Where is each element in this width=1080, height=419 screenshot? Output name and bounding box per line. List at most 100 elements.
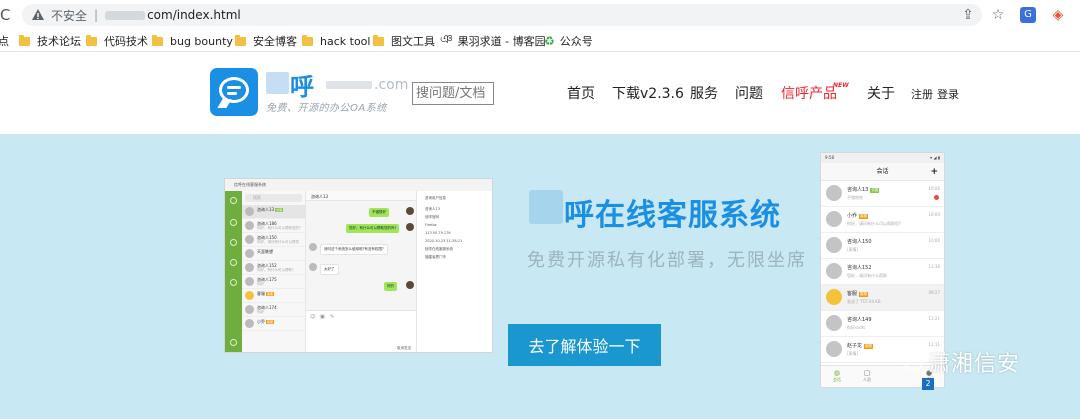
conversation-name-text: 咨询人150 — [847, 239, 872, 245]
conversation-row: 咨询人150 [表情] 10:00 — [821, 233, 944, 259]
contact-preview: 你好，请问有什么可以帮您 — [257, 240, 299, 244]
nav-home[interactable]: 首页 — [567, 83, 595, 103]
reload-icon[interactable]: C — [0, 6, 12, 24]
contact-name-text: 咨询人13 — [257, 207, 275, 212]
bookmark-4[interactable]: 安全博客 — [235, 30, 297, 52]
conversation-name: 客服 客服 — [847, 290, 869, 297]
bookmark-label: 果羽求道 - 博客园 — [457, 35, 546, 48]
hero-subtitle: 免费开源私有化部署，无限坐席 — [527, 250, 807, 271]
attach-icon: ✎ — [330, 314, 335, 320]
hero-banner: 信呼在线客服系统 搜索 咨询人13 访客 咨询人186 你好，有什么可以帮助您的? 咨询… — [0, 134, 1080, 419]
conversation-preview: [表情] — [847, 247, 859, 252]
omnibox[interactable]: 不安全 | com/index.html — [22, 4, 982, 26]
contact-row: 天涯眺望 — [242, 247, 305, 261]
tab-label: 人员 — [863, 377, 871, 382]
conversation-name-text: 客服 — [847, 291, 858, 297]
conversation-preview: 你好ssdfs — [847, 325, 866, 330]
nav-products[interactable]: 信呼产品 — [781, 83, 837, 103]
conversation-time: 11:21 — [928, 316, 940, 321]
url-separator: | — [94, 8, 99, 22]
login-link[interactable]: 登录 — [937, 86, 959, 102]
toolbar-icons: ⇪ ☆ G ◈ — [960, 4, 1080, 26]
bookmark-label: 点 — [0, 35, 9, 48]
info-line: 福建省厦门市 — [425, 255, 446, 259]
bookmark-2[interactable]: 代码技术 — [86, 30, 148, 52]
conversation-name: 咨询人150 — [847, 238, 872, 245]
avatar — [245, 221, 254, 230]
brand-redacted — [266, 72, 289, 94]
nav-services[interactable]: 服务 — [690, 83, 718, 103]
bookmark-label: 公众号 — [559, 35, 593, 48]
bookmark-1[interactable]: 技术论坛 — [19, 30, 81, 52]
avatar — [826, 289, 842, 305]
chat-message: 太好了 — [320, 264, 339, 275]
folder-icon — [152, 34, 163, 46]
conversation-preview: 发送了 TGT.04 KB — [847, 299, 881, 304]
contact-preview: 你好 — [257, 310, 264, 314]
address-bar: C 不安全 | com/index.html ⇪ ☆ G ◈ — [0, 0, 1080, 30]
chat-input-area: ☺ ▣ ✎ 取消发送 — [306, 310, 416, 352]
conversation-name: 小乔 客服 — [847, 212, 869, 219]
bookmark-7[interactable]: ঞ 果羽求道 - 博客园 — [440, 30, 546, 52]
avatar — [245, 319, 254, 328]
info-line: 信呼在线客服系统 — [425, 247, 453, 251]
nav-download[interactable]: 下载v2.3.6 — [612, 83, 684, 103]
send-buttons: 取消发送 — [397, 346, 411, 350]
contact-tag: 客服 — [266, 292, 275, 296]
new-badge: NEW — [833, 82, 849, 89]
info-line: 113.50.79.176 — [425, 231, 451, 235]
bookmark-3[interactable]: bug bounty — [152, 30, 233, 52]
desktop-sidebar-rail — [225, 191, 242, 352]
contact-preview: 你好，有什么可以帮助? — [257, 268, 294, 272]
conversation-time: 10:06 — [928, 186, 940, 191]
folder-icon — [373, 34, 384, 46]
contact-row: 小乔 客服 — [242, 317, 305, 331]
tab-label: 会话 — [833, 377, 841, 382]
bookmark-label: 技术论坛 — [37, 35, 81, 48]
bookmark-6[interactable]: 图文工具 — [373, 30, 435, 52]
bookmark-8[interactable]: ♻ 公众号 — [544, 30, 593, 52]
nav-about[interactable]: 关于 — [867, 83, 895, 103]
register-link[interactable]: 注册 — [911, 86, 933, 102]
desktop-search: 搜索 — [245, 194, 302, 202]
conversation-tag: 访客 — [870, 188, 880, 193]
bookmark-5[interactable]: hack tool — [302, 30, 370, 52]
chat-message: 请问这个系统怎么使用呢?有没有权限? — [320, 244, 388, 255]
conversation-row: 咨询人13 访客 不错哈哈 10:06 — [821, 181, 944, 207]
folder-icon — [86, 34, 97, 46]
conversation-name: 咨询人149 — [847, 316, 872, 323]
phone-title: 会话 — [876, 168, 889, 175]
translate-extension-icon[interactable]: G — [1020, 7, 1036, 23]
nav-questions[interactable]: 问题 — [735, 83, 763, 103]
star-icon[interactable]: ☆ — [990, 7, 1006, 23]
brand-domain-redacted — [326, 81, 372, 89]
conversation-row: 客服 客服 发送了 TGT.04 KB 09:27 — [821, 285, 944, 311]
chat-message: 您好，有什么可以帮助您的吗? — [346, 224, 400, 233]
watermark-text: 潇湘信安 — [928, 352, 1021, 377]
info-line: 2020-10-23 11:28:21 — [425, 239, 463, 243]
avatar — [245, 305, 254, 314]
hero-title: 呼在线客服系统 — [564, 198, 781, 233]
logo-chat-icon[interactable] — [210, 68, 258, 116]
extension-icon[interactable]: ◈ — [1050, 7, 1066, 23]
search-input[interactable] — [412, 82, 494, 105]
conversation-preview: 您好，请问有什么帮助 — [847, 273, 887, 278]
share-icon[interactable]: ⇪ — [960, 7, 976, 23]
brand-domain: .com — [374, 77, 409, 93]
site-header: 呼 .com 免费、开源的办公OA系统 首页 下载v2.3.6 服务 问题 信呼… — [0, 53, 1080, 134]
contact-row: 咨询人186 你好，有什么可以帮助您的? — [242, 219, 305, 233]
info-line: 信呼官网 — [425, 215, 439, 219]
desktop-chat-pane: 咨询人13 不错很好 您好，有什么可以帮助您的吗? 请问这个系统怎么使用呢?有没… — [306, 191, 416, 352]
desktop-contact-list: 搜索 咨询人13 访客 咨询人186 你好，有什么可以帮助您的? 咨询人150 你好，请问… — [242, 191, 306, 352]
contact-row: 咨询人174 你好 — [242, 303, 305, 317]
warning-icon[interactable] — [31, 8, 45, 22]
avatar — [230, 197, 237, 204]
bookmark-0[interactable]: 点 — [0, 30, 9, 52]
conversation-preview: [表情] — [847, 351, 859, 356]
conversation-time: 11:36 — [928, 264, 940, 269]
contact-name-text: 小乔 — [257, 319, 265, 324]
brand-name[interactable]: 呼 — [290, 67, 314, 102]
blog-site-icon: ঞ — [440, 32, 453, 46]
info-line: Firefox — [425, 223, 437, 227]
try-it-button[interactable]: 去了解体验一下 — [508, 324, 661, 366]
